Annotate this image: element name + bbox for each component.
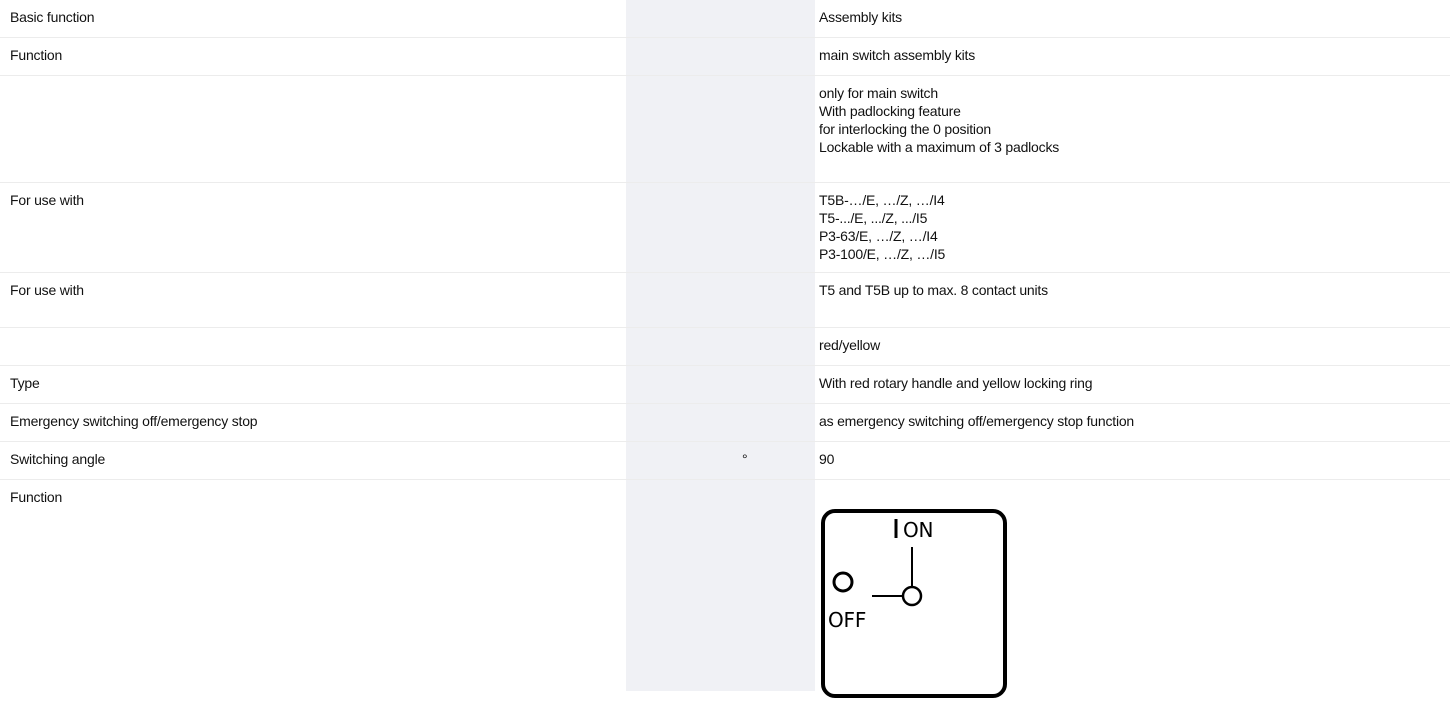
spacer-cell (626, 0, 739, 37)
row-unit (739, 0, 815, 37)
table-row: Switching angle ° 90 (0, 442, 1450, 480)
table-row: only for main switch With padlocking fea… (0, 76, 1450, 183)
row-unit (739, 480, 815, 691)
row-unit (739, 76, 815, 182)
row-value: 90 (819, 451, 835, 467)
spacer-cell (626, 366, 739, 403)
switch-function-diagram: ON OFF (821, 509, 1007, 698)
row-label (0, 328, 626, 365)
table-row: Type With red rotary handle and yellow l… (0, 366, 1450, 404)
row-label: For use with (10, 282, 84, 298)
row-unit (739, 404, 815, 441)
spacer-cell (626, 480, 739, 691)
table-row: Function main switch assembly kits (0, 38, 1450, 76)
spacer-cell (626, 183, 739, 272)
table-row: Basic function Assembly kits (0, 0, 1450, 38)
spacer-cell (626, 76, 739, 182)
row-value: only for main switch With padlocking fea… (819, 85, 1060, 155)
specification-table: Basic function Assembly kits Function ma… (0, 0, 1450, 698)
spacer-cell (626, 404, 739, 441)
spacer-cell (626, 328, 739, 365)
row-value: main switch assembly kits (819, 47, 976, 63)
row-value: T5B-…/E, …/Z, …/I4 T5-.../E, .../Z, .../… (819, 192, 946, 262)
on-label: ON (903, 518, 933, 542)
row-unit (739, 183, 815, 272)
row-unit (739, 366, 815, 403)
row-label: Type (10, 375, 40, 391)
row-label (0, 76, 626, 182)
row-label: Function (10, 47, 63, 63)
table-row: Function ON OFF (0, 480, 1450, 698)
row-value: Assembly kits (819, 9, 902, 25)
row-unit (739, 328, 815, 365)
row-value: red/yellow (819, 337, 881, 353)
row-label: Switching angle (10, 451, 106, 467)
row-value: With red rotary handle and yellow lockin… (819, 375, 1093, 391)
row-unit (739, 38, 815, 75)
off-label: OFF (828, 608, 866, 632)
off-position-circle (832, 571, 854, 593)
table-row: Emergency switching off/emergency stop a… (0, 404, 1450, 442)
row-label: Emergency switching off/emergency stop (10, 413, 258, 429)
spacer-cell (626, 38, 739, 75)
pivot-circle (901, 585, 923, 607)
table-row: red/yellow (0, 328, 1450, 366)
row-label: Basic function (10, 9, 95, 25)
row-unit (739, 273, 815, 327)
row-label: For use with (10, 192, 84, 208)
row-unit: ° (739, 442, 815, 479)
row-value: as emergency switching off/emergency sto… (819, 413, 1135, 429)
table-row: For use with T5 and T5B up to max. 8 con… (0, 273, 1450, 328)
table-row: For use with T5B-…/E, …/Z, …/I4 T5-.../E… (0, 183, 1450, 273)
row-label: Function (10, 489, 63, 505)
row-value: T5 and T5B up to max. 8 contact units (819, 282, 1048, 298)
spacer-cell (626, 442, 739, 479)
spacer-cell (626, 273, 739, 327)
row-value: ON OFF (815, 480, 1450, 698)
